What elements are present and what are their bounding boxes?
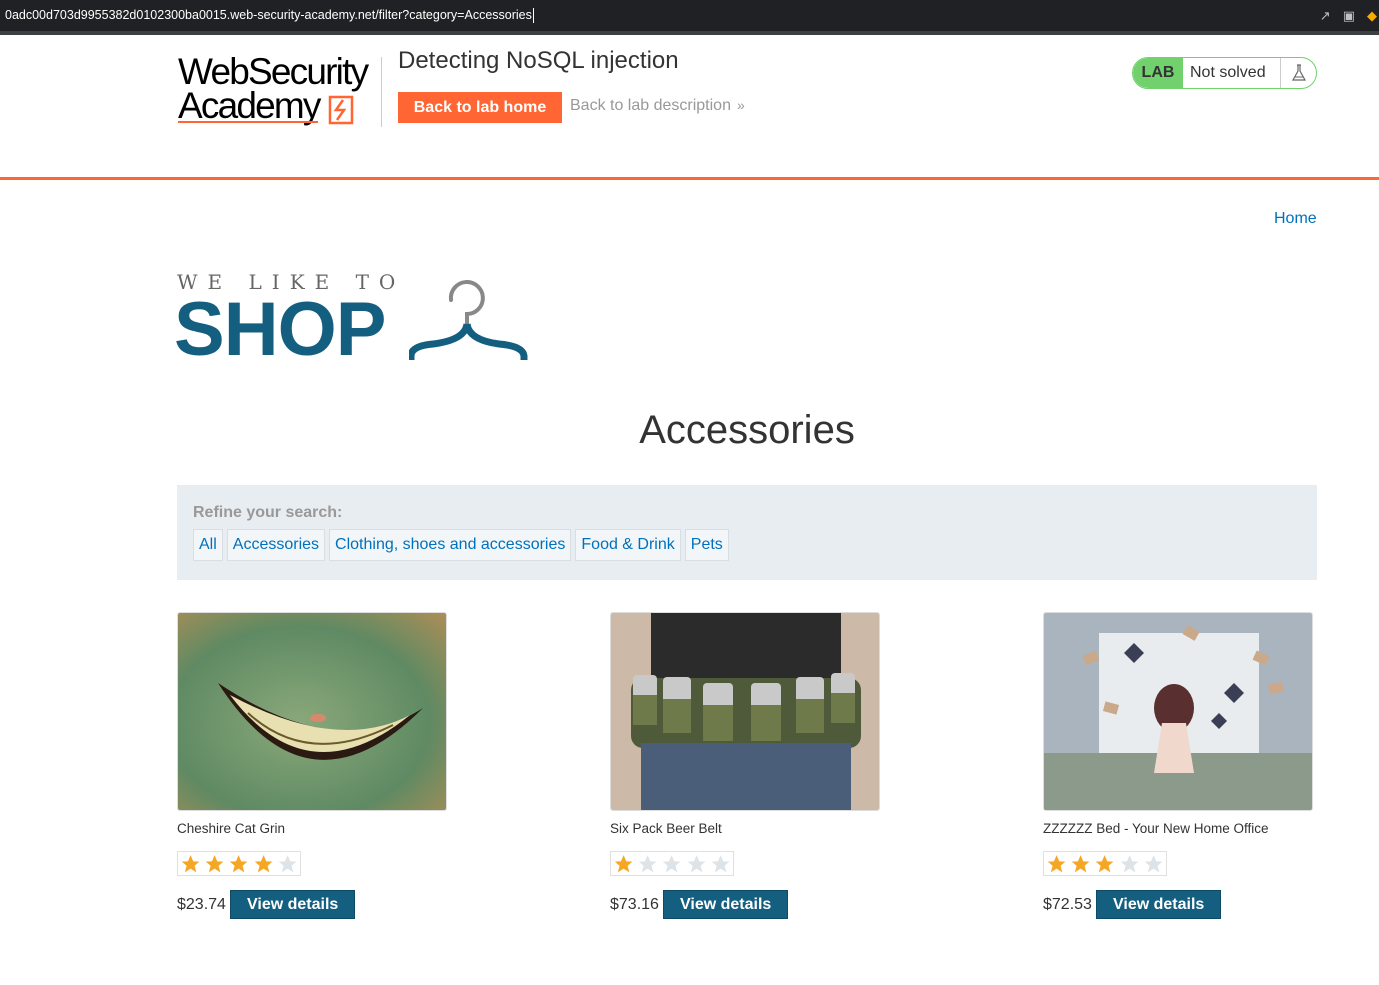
- filter-label: Refine your search:: [193, 504, 343, 521]
- star-filled-icon: [614, 855, 633, 873]
- back-to-lab-home-button[interactable]: Back to lab home: [398, 92, 562, 123]
- browser-address-bar[interactable]: 0adc00d703d9955382d0102300ba0015.web-sec…: [0, 0, 1379, 31]
- shop-logo: WE LIKE TO SHOP: [174, 270, 537, 372]
- back-to-lab-description-label: Back to lab description: [570, 97, 731, 114]
- share-icon[interactable]: ↗: [1320, 0, 1331, 31]
- product-name: ZZZZZZ Bed - Your New Home Office: [1043, 821, 1269, 836]
- filter-category-food-drink[interactable]: Food & Drink: [575, 529, 681, 561]
- lab-status-widget: LAB Not solved: [1132, 57, 1317, 89]
- lab-title: Detecting NoSQL injection: [398, 47, 679, 74]
- star-empty-icon: [638, 855, 657, 873]
- star-empty-icon: [711, 855, 730, 873]
- filter-categories: All Accessories Clothing, shoes and acce…: [193, 529, 729, 561]
- star-filled-icon: [254, 855, 273, 873]
- star-filled-icon: [230, 855, 248, 873]
- flask-icon: [1281, 58, 1316, 88]
- star-filled-icon: [205, 855, 224, 873]
- back-to-lab-description-link[interactable]: Back to lab description »: [570, 97, 745, 115]
- product-image[interactable]: [610, 612, 880, 811]
- logo-separator: [381, 57, 382, 127]
- product-image[interactable]: [177, 612, 447, 811]
- view-details-button[interactable]: View details: [663, 890, 789, 919]
- star-filled-icon: [1096, 855, 1114, 873]
- text-caret: [532, 8, 534, 24]
- view-details-button[interactable]: View details: [1096, 890, 1222, 919]
- product-card: Six Pack Beer Belt $73.16 View details: [610, 612, 910, 919]
- filter-category-all[interactable]: All: [193, 529, 223, 561]
- product-rating: [177, 851, 301, 876]
- product-name: Six Pack Beer Belt: [610, 821, 722, 836]
- star-empty-icon: [687, 855, 706, 873]
- nav-home-link[interactable]: Home: [1274, 210, 1317, 228]
- address-bar-icons: ↗ ▣ ◆: [1320, 0, 1379, 31]
- page-heading: Accessories: [639, 408, 855, 452]
- product-rating: [610, 851, 734, 876]
- star-empty-icon: [1120, 855, 1139, 873]
- product-price: $23.74: [177, 895, 226, 913]
- product-buy-row: $73.16 View details: [610, 890, 910, 919]
- view-details-button[interactable]: View details: [230, 890, 356, 919]
- star-empty-icon: [278, 855, 297, 873]
- hanger-icon: [409, 280, 528, 360]
- star-filled-icon: [181, 855, 200, 873]
- shield-icon[interactable]: ◆: [1367, 0, 1377, 31]
- product-price: $73.16: [610, 895, 659, 913]
- logo-underline: [178, 121, 318, 123]
- star-empty-icon: [663, 855, 681, 873]
- shop-logo-word: SHOP: [174, 287, 386, 372]
- product-card: ZZZZZZ Bed - Your New Home Office $72.53…: [1043, 612, 1343, 919]
- lab-status-text: Not solved: [1183, 58, 1281, 88]
- star-filled-icon: [1071, 855, 1090, 873]
- chevron-double-right-icon: »: [736, 97, 745, 113]
- lab-badge: LAB: [1133, 58, 1183, 88]
- product-rating: [1043, 851, 1167, 876]
- web-security-academy-logo[interactable]: WebSecurity Academy: [178, 51, 378, 127]
- bolt-icon: [328, 95, 354, 125]
- camera-icon[interactable]: ▣: [1343, 0, 1355, 31]
- star-filled-icon: [1047, 855, 1066, 873]
- product-buy-row: $23.74 View details: [177, 890, 477, 919]
- product-image[interactable]: [1043, 612, 1313, 811]
- product-price: $72.53: [1043, 895, 1092, 913]
- star-empty-icon: [1144, 855, 1163, 873]
- url-text[interactable]: 0adc00d703d9955382d0102300ba0015.web-sec…: [5, 8, 532, 22]
- category-filter: Refine your search: All Accessories Clot…: [177, 485, 1317, 580]
- product-buy-row: $72.53 View details: [1043, 890, 1343, 919]
- filter-category-accessories[interactable]: Accessories: [226, 529, 326, 561]
- lab-header: WebSecurity Academy Detecting NoSQL inje…: [0, 35, 1379, 180]
- filter-category-clothing[interactable]: Clothing, shoes and accessories: [329, 529, 572, 561]
- logo-line1: WebSecurity: [178, 51, 369, 92]
- product-card: Cheshire Cat Grin $23.74 View details: [177, 612, 477, 919]
- product-name: Cheshire Cat Grin: [177, 821, 286, 836]
- filter-category-pets[interactable]: Pets: [684, 529, 729, 561]
